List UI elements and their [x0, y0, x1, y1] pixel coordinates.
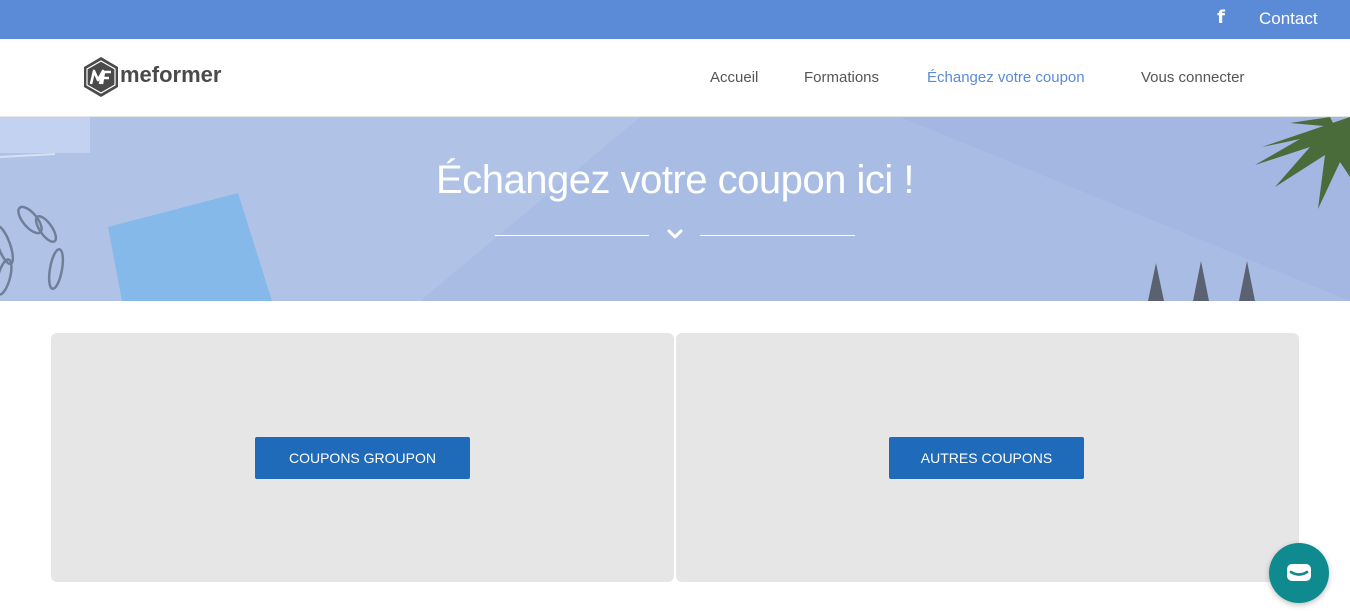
chevron-down-icon[interactable] — [666, 225, 684, 243]
nav-item-formations[interactable]: Formations — [804, 69, 879, 87]
site-logo[interactable]: meformer — [82, 56, 242, 98]
hero-divider-left — [495, 235, 649, 236]
contact-link[interactable]: Contact — [1259, 9, 1318, 29]
nav-item-vous-connecter[interactable]: Vous connecter — [1141, 69, 1244, 87]
main-navbar: meformer Accueil Formations Échangez vot… — [0, 39, 1350, 117]
nav-item-echangez-coupon[interactable]: Échangez votre coupon — [927, 69, 1085, 87]
hero-divider-right — [700, 235, 855, 236]
chat-icon — [1287, 564, 1311, 581]
top-bar: f Contact — [0, 0, 1350, 39]
facebook-icon[interactable]: f — [1212, 8, 1230, 28]
autres-coupons-button[interactable]: AUTRES COUPONS — [889, 437, 1084, 479]
logo-mark-icon — [84, 57, 118, 97]
nav-item-accueil[interactable]: Accueil — [710, 69, 758, 87]
hero-banner: Échangez votre coupon ici ! — [0, 117, 1350, 301]
groupon-coupon-panel: COUPONS GROUPON — [51, 333, 674, 582]
hero-title: Échangez votre coupon ici ! — [436, 158, 914, 202]
logo-text: meformer — [120, 62, 222, 87]
hero-background-illustration — [0, 117, 1350, 301]
coupons-groupon-button[interactable]: COUPONS GROUPON — [255, 437, 470, 479]
chat-launcher-button[interactable] — [1269, 543, 1329, 603]
other-coupon-panel: AUTRES COUPONS — [676, 333, 1299, 582]
